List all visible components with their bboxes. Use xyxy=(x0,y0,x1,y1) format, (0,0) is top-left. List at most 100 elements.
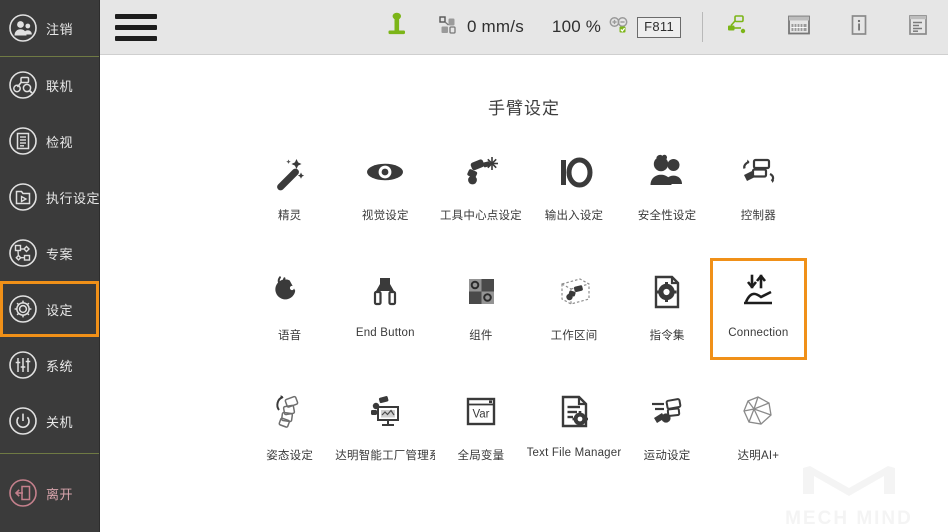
tile-label: 安全性设定 xyxy=(637,210,697,222)
tile-io[interactable]: 输出入设定 xyxy=(527,141,622,237)
tile-controller[interactable]: 控制器 xyxy=(713,141,804,237)
tile-connection[interactable]: Connection xyxy=(709,258,808,360)
component-icon xyxy=(455,269,507,315)
motion-robot-icon xyxy=(641,389,693,435)
sidebar-item-setting[interactable]: 设定 xyxy=(0,281,99,337)
zoom-in-out-icon[interactable] xyxy=(608,15,630,40)
sidebar-item-run[interactable]: 执行设定 xyxy=(0,169,101,225)
workspace-cube-icon xyxy=(548,269,600,315)
content-area: 手臂设定 精灵 视觉设定 工具中心点设定 输出入设定 安全性设定 控制器 语音 … xyxy=(100,55,948,532)
sidebar-item-exit[interactable]: 离开 xyxy=(0,454,99,532)
power-icon xyxy=(8,406,38,436)
robot-link-icon xyxy=(8,70,38,100)
firmware-badge[interactable]: F811 xyxy=(637,16,681,38)
tile-label: 视觉设定 xyxy=(361,210,409,222)
folder-run-icon xyxy=(8,182,38,212)
gear-icon xyxy=(8,294,38,324)
sidebar-item-logout[interactable]: 注销 xyxy=(0,0,99,56)
tile-wizard[interactable]: 精灵 xyxy=(244,141,335,237)
hamburger-bar xyxy=(115,24,157,30)
settings-grid: 精灵 视觉设定 工具中心点设定 输出入设定 安全性设定 控制器 语音 End B… xyxy=(244,141,808,477)
sliders-icon xyxy=(8,350,38,380)
sidebar-item-view[interactable]: 检视 xyxy=(0,113,99,169)
sidebar-item-label: 离开 xyxy=(46,486,74,502)
sidebar-item-shutdown[interactable]: 关机 xyxy=(0,393,99,449)
tile-component[interactable]: 组件 xyxy=(435,261,526,357)
tile-commandset[interactable]: 指令集 xyxy=(621,261,712,357)
hamburger-menu-icon[interactable] xyxy=(115,10,161,44)
tile-label: Connection xyxy=(728,327,789,339)
user-logout-icon xyxy=(8,13,38,43)
info-icon[interactable] xyxy=(848,13,870,42)
right-pane: 0 mm/s 100 % F811 手臂设定 精灵 视觉设定 工具中心点设定 输… xyxy=(100,0,948,532)
log-document-icon[interactable] xyxy=(906,13,930,42)
sidebar: 注销 联机 检视 执行设定 专案 设定 系统 关机 离开 xyxy=(0,0,100,532)
document-view-icon xyxy=(8,126,38,156)
people-icon xyxy=(641,149,693,195)
flowchart-icon xyxy=(8,238,38,268)
toolbar-status-group: 0 mm/s 100 % F811 xyxy=(385,0,948,54)
tile-label: 指令集 xyxy=(649,330,685,342)
file-gear-icon xyxy=(548,389,600,435)
tile-label: 运动设定 xyxy=(643,450,691,462)
tile-label: 工作区间 xyxy=(550,330,598,342)
joystick-icon[interactable] xyxy=(385,11,409,44)
tile-label: 语音 xyxy=(277,330,302,342)
tile-safety[interactable]: 安全性设定 xyxy=(621,141,712,237)
robot-node-icon[interactable] xyxy=(724,12,750,43)
end-effector-icon xyxy=(359,269,411,315)
app-root: 注销 联机 检视 执行设定 专案 设定 系统 关机 离开 0 mm/s 100 … xyxy=(0,0,948,532)
tile-workspace[interactable]: 工作区间 xyxy=(527,261,622,357)
tile-label: Text File Manager xyxy=(526,447,622,459)
sidebar-item-system[interactable]: 系统 xyxy=(0,337,99,393)
robot-speed-icon xyxy=(438,14,460,41)
magic-wand-icon xyxy=(264,149,316,195)
sidebar-item-label: 关机 xyxy=(46,414,74,430)
svg-text:Var: Var xyxy=(472,409,489,421)
tile-label: 姿态设定 xyxy=(266,450,314,462)
tile-voice[interactable]: 语音 xyxy=(244,261,335,357)
tile-label: 达明智能工厂管理系 xyxy=(335,450,436,462)
tile-textfile[interactable]: Text File Manager xyxy=(527,381,622,477)
sidebar-item-label: 联机 xyxy=(46,78,74,94)
tile-label: 全局变量 xyxy=(457,450,505,462)
hamburger-bar xyxy=(115,13,157,19)
sidebar-item-label: 设定 xyxy=(46,302,74,318)
sidebar-item-label: 检视 xyxy=(46,134,74,150)
toolbar-separator xyxy=(702,12,703,42)
tile-vision[interactable]: 视觉设定 xyxy=(335,141,435,237)
tile-label: End Button xyxy=(355,327,415,339)
tile-label: 工具中心点设定 xyxy=(439,210,522,222)
tile-tmfactory[interactable]: 达明智能工厂管理系 xyxy=(335,381,435,477)
keypad-icon[interactable] xyxy=(786,13,812,42)
posture-icon xyxy=(264,389,316,435)
tile-endbutton[interactable]: End Button xyxy=(335,261,435,357)
tile-label: 精灵 xyxy=(277,210,302,222)
sidebar-item-connect[interactable]: 联机 xyxy=(0,57,99,113)
page-title: 手臂设定 xyxy=(488,99,560,118)
io-icon xyxy=(548,149,600,195)
eye-icon xyxy=(359,149,411,195)
factory-monitor-icon xyxy=(359,389,411,435)
controller-icon xyxy=(732,149,784,195)
exit-door-icon xyxy=(8,478,38,508)
tile-tcp[interactable]: 工具中心点设定 xyxy=(435,141,526,237)
tile-label: 控制器 xyxy=(740,210,776,222)
tile-label: 组件 xyxy=(469,330,493,342)
sidebar-item-label: 系统 xyxy=(46,358,74,374)
hamburger-bar xyxy=(115,35,157,41)
tile-motion[interactable]: 运动设定 xyxy=(621,381,712,477)
sidebar-item-label: 执行设定 xyxy=(46,190,101,206)
tile-label: 达明AI+ xyxy=(737,450,780,462)
connection-icon xyxy=(732,269,784,315)
tile-label: 输出入设定 xyxy=(544,210,604,222)
watermark-text: MECH MIND xyxy=(785,508,913,529)
sidebar-item-label: 注销 xyxy=(46,21,74,37)
speed-percent-value: 100 % xyxy=(551,17,602,36)
tile-globalvar[interactable]: Var 全局变量 xyxy=(435,381,526,477)
tile-aiplus[interactable]: 达明AI+ xyxy=(713,381,804,477)
sidebar-item-project[interactable]: 专案 xyxy=(0,225,99,281)
tcp-robot-icon xyxy=(455,149,507,195)
tile-posture[interactable]: 姿态设定 xyxy=(244,381,335,477)
var-window-icon: Var xyxy=(455,389,507,435)
